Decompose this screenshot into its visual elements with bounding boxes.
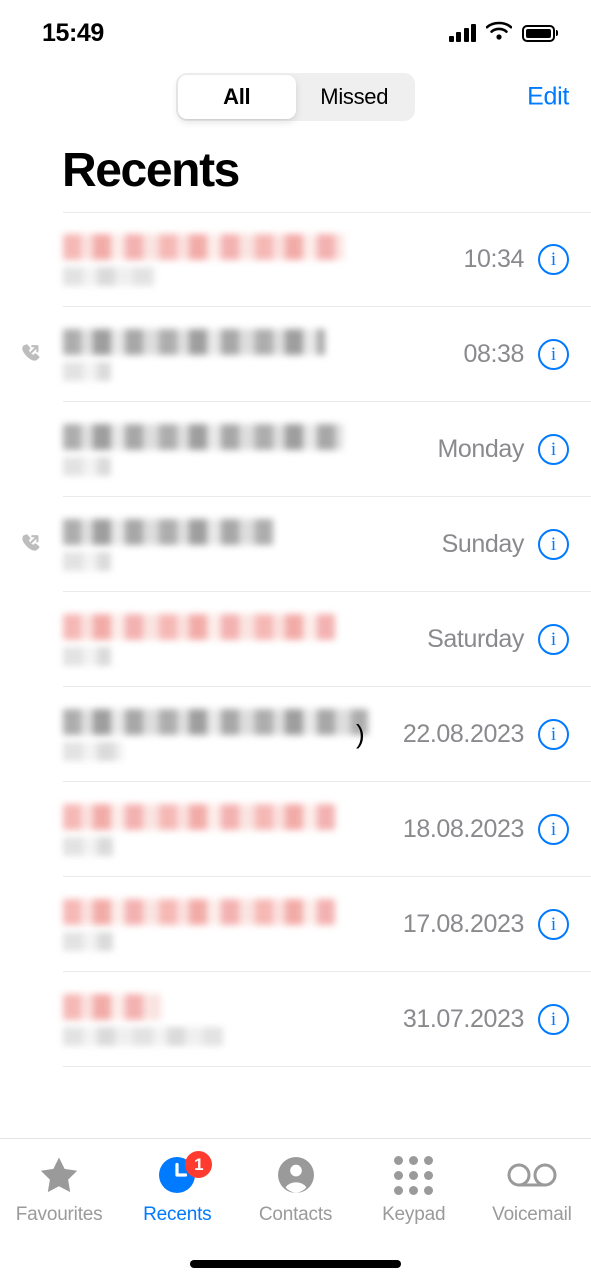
call-info-button[interactable]: i [538,244,569,276]
tab-recents[interactable]: 1 Recents [118,1151,236,1226]
tab-label: Voicemail [492,1204,572,1225]
caller-name-redacted [63,613,335,640]
call-list-row[interactable]: Sunday i [0,497,591,593]
voicemail-icon [507,1153,557,1197]
call-timestamp: 10:34 [463,245,524,274]
call-row-content [63,423,425,476]
call-list-row[interactable]: 31.07.2023 i [0,972,591,1068]
caller-name-redacted [63,803,335,830]
segment-missed[interactable]: Missed [296,75,414,119]
call-row-content [63,233,451,286]
call-subtitle-redacted [63,456,111,476]
phone-screen: 15:49 All Missed Edit Recents 10:34 i 08:… [0,0,591,1280]
call-filter-segmented-control[interactable]: All Missed [176,73,415,121]
tab-label: Recents [143,1204,212,1225]
call-timestamp: Sunday [441,530,525,559]
call-timestamp: Saturday [427,625,524,654]
tab-contacts[interactable]: Contacts [236,1153,354,1226]
caller-name-redacted [63,328,325,355]
call-list-row[interactable]: 18.08.2023 i [0,782,591,878]
call-row-meta: 17.08.2023 i [391,909,569,941]
call-subtitle-redacted [63,931,113,951]
caller-name-redacted [63,708,368,735]
call-info-button[interactable]: i [538,339,569,371]
call-row-meta: Saturday i [415,624,569,656]
call-info-button[interactable]: i [538,814,569,846]
call-timestamp: 08:38 [463,340,524,369]
call-subtitle-redacted [63,741,123,761]
nav-bar: All Missed Edit [0,66,591,128]
status-bar-time: 15:49 [42,18,104,47]
call-list-row[interactable]: 08:38 i [0,307,591,403]
call-list-row[interactable]: 17.08.2023 i [0,877,591,973]
tab-favourites[interactable]: Favourites [0,1153,118,1226]
call-timestamp: 18.08.2023 [402,815,525,844]
call-row-meta: Monday i [425,434,569,466]
call-row-meta: Sunday i [430,529,569,561]
call-row-content [63,613,415,666]
call-info-button[interactable]: i [538,1004,569,1036]
recents-call-list[interactable]: 10:34 i 08:38 i Monday i Sunday i Saturday i) 22… [0,212,591,1138]
call-row-meta: 08:38 i [451,339,569,371]
call-subtitle-redacted [63,646,111,666]
call-list-row[interactable]: ) 22.08.2023 i [0,687,591,783]
call-list-row[interactable]: Monday i [0,402,591,498]
call-subtitle-redacted [63,266,155,286]
call-info-button[interactable]: i [538,434,569,466]
wifi-icon [485,21,513,45]
signal-bars-icon [448,24,476,42]
tab-keypad[interactable]: Keypad [355,1153,473,1226]
call-list-row[interactable]: 10:34 i [0,212,591,308]
caller-name-redacted [63,518,273,545]
call-row-meta: 10:34 i [451,244,569,276]
home-indicator [190,1260,401,1268]
call-subtitle-redacted [63,1026,223,1046]
caller-name-redacted [63,993,160,1020]
call-info-button[interactable]: i [538,529,569,561]
call-timestamp: 31.07.2023 [402,1005,525,1034]
call-row-meta: 22.08.2023 i [391,719,569,751]
call-subtitle-redacted [63,361,111,381]
tab-badge: 1 [185,1151,213,1178]
caller-name-redacted [63,898,335,925]
call-timestamp: 17.08.2023 [402,910,525,939]
segment-all[interactable]: All [178,75,296,119]
call-row-content [63,993,391,1046]
home-indicator-area [0,1248,591,1280]
status-bar-icons [448,21,555,45]
battery-full-icon [522,24,555,42]
call-row-content: ) [63,708,391,761]
call-info-button[interactable]: i [538,624,569,656]
tab-bar[interactable]: Favourites 1 Recents Contacts Keypad Voicemai… [0,1138,591,1248]
call-list-row[interactable]: Saturday i [0,592,591,688]
call-timestamp: Monday [437,435,524,464]
caller-name-redacted [63,233,344,260]
call-row-meta: 18.08.2023 i [391,814,569,846]
edit-button[interactable]: Edit [527,83,569,112]
page-title: Recents [62,144,240,197]
call-subtitle-redacted [63,551,111,571]
keypad-dots [394,1155,434,1195]
call-row-content [63,803,391,856]
call-timestamp: 22.08.2023 [402,720,525,749]
caller-name-redacted [63,423,343,450]
call-row-content [63,328,451,381]
star-icon [39,1153,79,1197]
call-row-content [63,898,391,951]
call-info-button[interactable]: i [538,719,569,751]
tab-voicemail[interactable]: Voicemail [473,1153,591,1226]
call-row-content [63,518,430,571]
status-bar: 15:49 [0,0,591,66]
tab-label: Keypad [382,1204,446,1225]
tab-label: Favourites [15,1204,103,1225]
outgoing-call-icon [0,530,63,560]
call-info-button[interactable]: i [538,909,569,941]
call-subtitle-redacted [63,836,113,856]
call-row-meta: 31.07.2023 i [391,1004,569,1036]
tab-label: Contacts [258,1204,333,1225]
outgoing-call-icon [0,340,63,370]
clock-icon: 1 [158,1151,213,1197]
keypad-icon [394,1153,434,1197]
person-icon [277,1153,315,1197]
